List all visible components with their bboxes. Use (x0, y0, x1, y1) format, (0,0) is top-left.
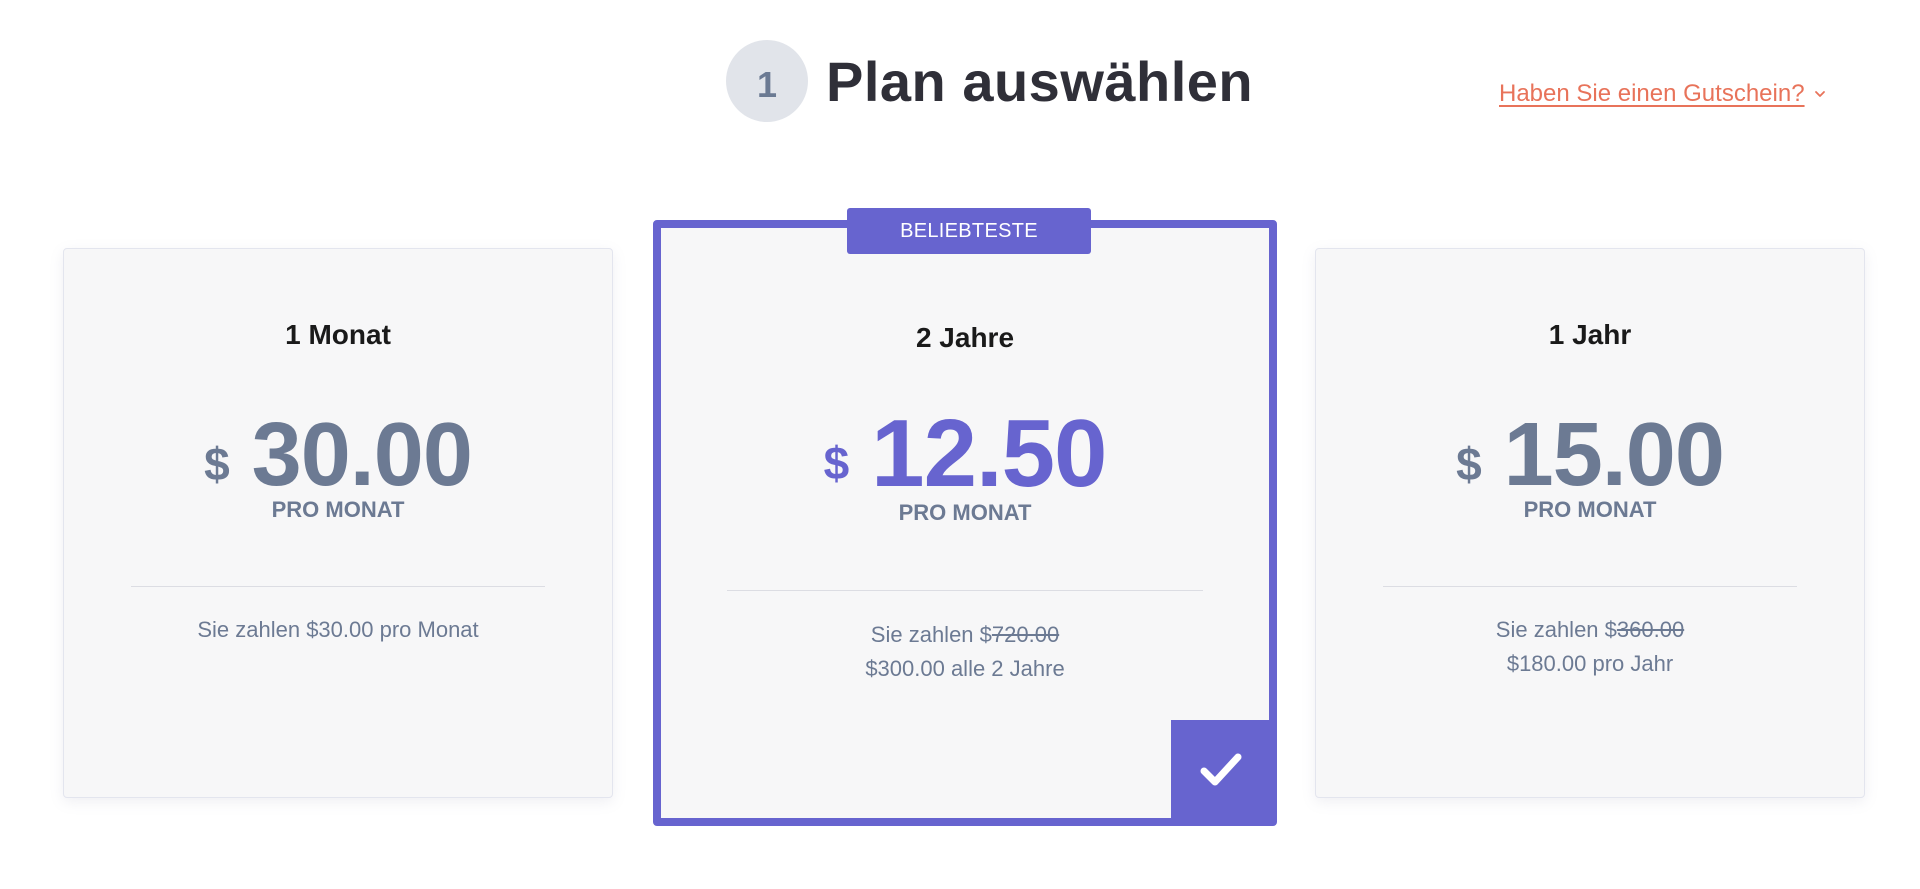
plan-name: 2 Jahre (915, 322, 1015, 353)
price: $ 15.00 (1316, 409, 1864, 501)
price-period: PRO MONAT (271, 497, 405, 522)
popular-badge: BELIEBTESTE (847, 208, 1091, 254)
divider (1383, 586, 1797, 587)
page-title: Plan auswählen (826, 49, 1254, 113)
coupon-toggle[interactable]: Haben Sie einen Gutschein? (1499, 80, 1827, 108)
plan-card-2-jahre[interactable]: BELIEBTESTE 2 Jahre $ 12.50 PRO MONAT Si… (653, 208, 1277, 826)
divider (727, 590, 1203, 591)
payment-line: Sie zahlen $30.00 pro Monat (197, 617, 479, 642)
price: $ 12.50 (661, 400, 1269, 507)
payment-summary: Sie zahlen $30.00 pro Monat (64, 613, 612, 647)
payment-total: $180.00 pro Jahr (1506, 651, 1674, 676)
price-amount: 30.00 (251, 405, 473, 505)
selected-indicator (1171, 720, 1271, 820)
plan-name: 1 Monat (285, 319, 391, 350)
plan-card-1-jahr[interactable]: 1 Jahr $ 15.00 PRO MONAT Sie zahlen $360… (1315, 248, 1865, 798)
price-amount: 12.50 (871, 400, 1107, 507)
plan-name: 1 Jahr (1548, 319, 1632, 350)
check-icon (1200, 753, 1242, 786)
payment-summary: Sie zahlen $720.00 $300.00 alle 2 Jahre (661, 618, 1269, 686)
currency-symbol: $ (204, 438, 230, 490)
chevron-down-icon (1814, 91, 1825, 97)
coupon-link[interactable]: Haben Sie einen Gutschein? (1499, 80, 1805, 108)
plan-selection-page: 1 Plan auswählen Haben Sie einen Gutsche… (0, 0, 1920, 889)
original-price: 720.00 (991, 622, 1060, 647)
plan-card-1-monat[interactable]: 1 Monat $ 30.00 PRO MONAT Sie zahlen $30… (63, 248, 613, 798)
step-header: 1 Plan auswählen (726, 40, 1253, 122)
payment-summary: Sie zahlen $360.00 $180.00 pro Jahr (1316, 613, 1864, 681)
original-price: 360.00 (1616, 617, 1685, 642)
divider (131, 586, 545, 587)
step-number-badge: 1 (726, 40, 808, 122)
payment-total: $300.00 alle 2 Jahre (865, 656, 1065, 681)
payment-prefix: Sie zahlen $ (870, 622, 992, 647)
price-period: PRO MONAT (898, 500, 1032, 525)
currency-symbol: $ (1456, 438, 1482, 490)
currency-symbol: $ (823, 437, 850, 489)
payment-line: Sie zahlen $360.00 (1316, 613, 1864, 647)
price: $ 30.00 (64, 409, 612, 501)
price-period: PRO MONAT (1523, 497, 1657, 522)
payment-line: Sie zahlen $720.00 (661, 618, 1269, 652)
price-amount: 15.00 (1503, 405, 1725, 505)
payment-prefix: Sie zahlen $ (1495, 617, 1617, 642)
